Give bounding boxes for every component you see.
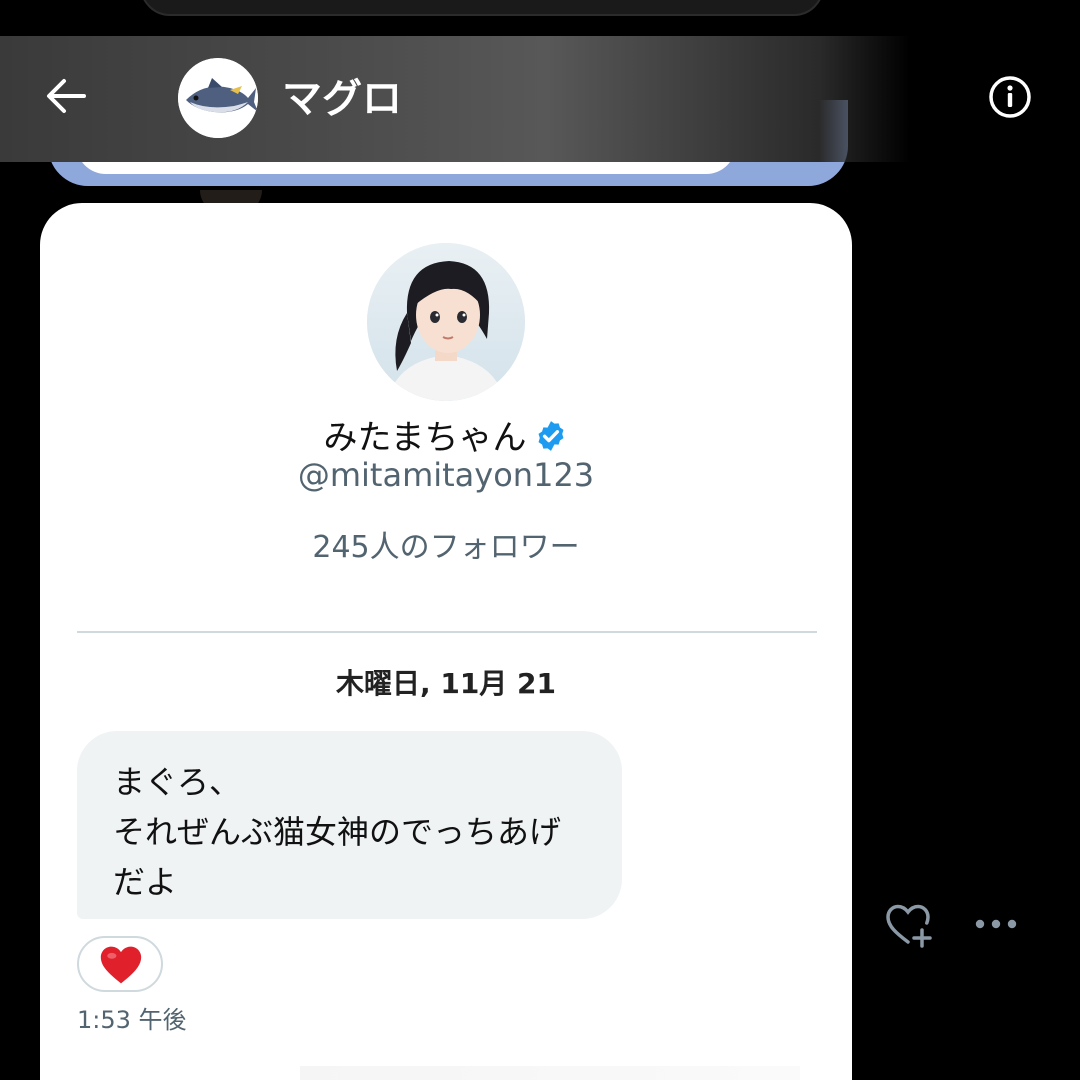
follower-count: 245人のフォロワー bbox=[312, 530, 580, 565]
dm-screen: みたまちゃん @mitamitayon123 245人のフォロワー 木曜日, 1… bbox=[0, 0, 1080, 1080]
message-timestamp: 1:53 午後 bbox=[77, 1006, 187, 1034]
verified-badge-icon bbox=[534, 419, 568, 453]
conversation-title[interactable]: マグロ bbox=[282, 66, 402, 124]
top-peek-bar bbox=[140, 0, 824, 16]
red-heart-icon bbox=[100, 946, 142, 984]
divider bbox=[77, 631, 817, 633]
date-separator: 木曜日, 11月 21 bbox=[335, 667, 557, 700]
info-icon[interactable] bbox=[988, 75, 1032, 119]
tuna-fish-icon[interactable] bbox=[178, 58, 258, 138]
profile-handle[interactable]: @mitamitayon123 bbox=[0, 456, 892, 494]
arrow-left-icon[interactable] bbox=[44, 76, 88, 116]
message-text: まぐろ、 それぜんぶ猫女神のでっちあげ だよ bbox=[113, 763, 562, 901]
heart-plus-icon[interactable] bbox=[884, 902, 932, 948]
next-content-peek bbox=[300, 1066, 800, 1080]
more-horizontal-icon[interactable] bbox=[974, 916, 1018, 930]
profile-avatar[interactable] bbox=[367, 243, 525, 401]
heart-reaction[interactable] bbox=[77, 936, 163, 992]
profile-name-row[interactable]: みたまちゃん bbox=[0, 410, 892, 459]
conversation-header bbox=[0, 36, 910, 162]
profile-name: みたまちゃん bbox=[323, 418, 527, 458]
